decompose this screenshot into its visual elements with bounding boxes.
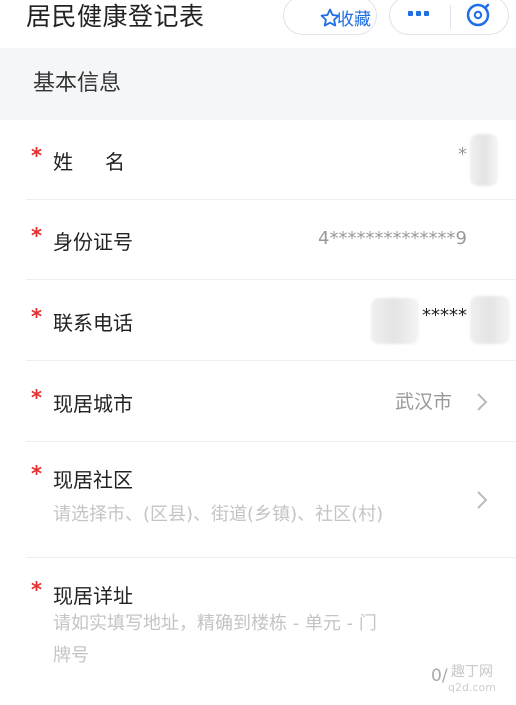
row-city[interactable]: * 现居城市 武汉市 bbox=[0, 361, 516, 442]
city-label: 现居城市 bbox=[53, 392, 133, 416]
more-icon-dot bbox=[416, 11, 421, 16]
community-label: 现居社区 bbox=[53, 468, 133, 492]
redaction-blur bbox=[470, 296, 510, 344]
name-label: 姓名 bbox=[53, 150, 157, 174]
required-mark: * bbox=[31, 578, 42, 602]
required-mark: * bbox=[31, 224, 42, 248]
chevron-right-icon bbox=[477, 393, 488, 411]
chevron-right-icon bbox=[477, 491, 488, 509]
favorite-button[interactable]: 收藏 bbox=[283, 0, 377, 35]
capsule-divider bbox=[450, 5, 451, 29]
required-mark: * bbox=[31, 462, 42, 486]
redaction-blur bbox=[470, 134, 498, 186]
id-number-value: 4**************9 bbox=[318, 228, 467, 249]
city-value: 武汉市 bbox=[395, 391, 453, 413]
row-community[interactable]: * 现居社区 请选择市、(区县)、街道(乡镇)、社区(村) bbox=[0, 442, 516, 558]
row-id-number[interactable]: * 身份证号 4**************9 bbox=[0, 200, 516, 280]
more-icon bbox=[408, 11, 413, 16]
address-placeholder-line1[interactable]: 请如实填写地址，精确到楼栋 - 单元 - 门 bbox=[53, 608, 377, 640]
more-icon-dot bbox=[424, 11, 429, 16]
section-title: 基本信息 bbox=[33, 71, 122, 96]
phone-label: 联系电话 bbox=[53, 311, 133, 335]
community-placeholder: 请选择市、(区县)、街道(乡镇)、社区(村) bbox=[53, 504, 384, 525]
id-number-label: 身份证号 bbox=[53, 230, 133, 254]
required-mark: * bbox=[31, 386, 42, 410]
watermark-sub: q2d.com bbox=[448, 681, 496, 694]
more-button[interactable] bbox=[408, 11, 429, 16]
address-label: 现居详址 bbox=[53, 584, 133, 608]
mini-program-capsule bbox=[389, 0, 509, 35]
row-phone[interactable]: * 联系电话 ***** bbox=[0, 280, 516, 361]
required-mark: * bbox=[31, 144, 42, 168]
page-title: 居民健康登记表 bbox=[26, 2, 205, 31]
required-mark: * bbox=[31, 305, 42, 329]
address-placeholder-line2[interactable]: 牌号 bbox=[53, 640, 89, 672]
phone-value: ***** bbox=[422, 305, 467, 326]
section-header: 基本信息 bbox=[0, 48, 516, 120]
close-circle-icon[interactable] bbox=[464, 1, 492, 29]
watermark: 趣丁网 q2d.com bbox=[448, 664, 496, 696]
favorite-label: 收藏 bbox=[337, 10, 371, 30]
row-name[interactable]: * 姓名 * bbox=[0, 120, 516, 200]
redaction-blur bbox=[371, 298, 419, 344]
char-counter: 0/ bbox=[431, 666, 448, 686]
watermark-text: 趣丁网 bbox=[450, 664, 493, 680]
app-header: 居民健康登记表 收藏 bbox=[0, 0, 516, 48]
name-value: * bbox=[458, 144, 467, 165]
